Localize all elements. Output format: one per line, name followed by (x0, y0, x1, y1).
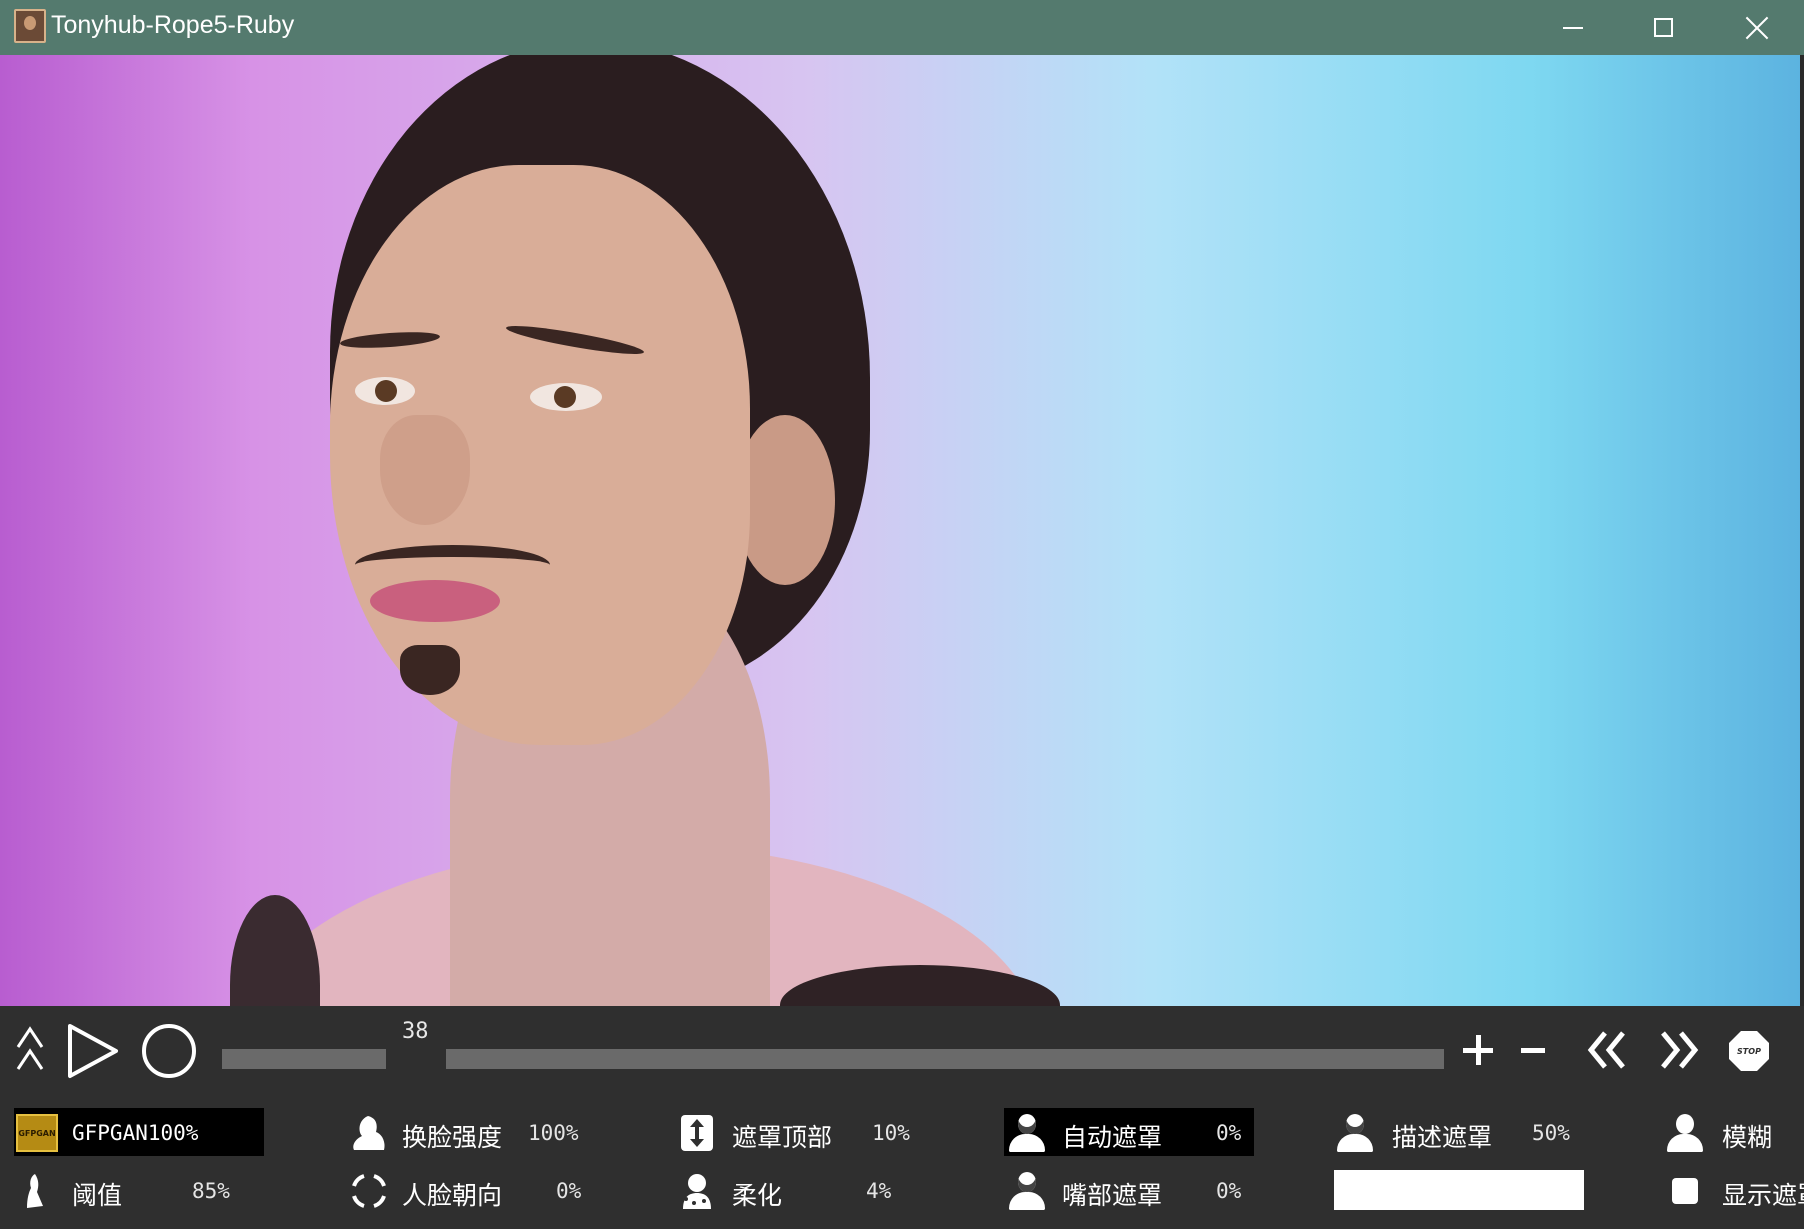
face-orientation-label: 人脸朝向 (402, 1181, 503, 1210)
double-chevron-up-icon (16, 1026, 44, 1070)
mask-description-input[interactable] (1334, 1170, 1584, 1210)
video-preview[interactable] (0, 55, 1800, 1006)
auto-mask-control[interactable]: 自动遮罩 0% (1004, 1108, 1254, 1156)
previous-marker-button[interactable] (1580, 1024, 1632, 1076)
describe-mask-icon (1334, 1113, 1376, 1153)
preview-lips (370, 580, 500, 622)
record-icon (142, 1024, 196, 1078)
mask-top-label: 遮罩顶部 (732, 1123, 833, 1152)
minimize-icon (1563, 26, 1583, 29)
vertical-arrows-icon (676, 1113, 718, 1153)
close-button[interactable] (1712, 0, 1802, 55)
face-orientation-value: 0% (556, 1179, 582, 1203)
minus-icon (1521, 1047, 1545, 1053)
mouth-mask-label: 嘴部遮罩 (1062, 1181, 1163, 1210)
next-marker-button[interactable] (1654, 1024, 1706, 1076)
describe-mask-value: 50% (1532, 1121, 1570, 1145)
add-marker-button[interactable] (1458, 1030, 1498, 1070)
preview-goatee (400, 645, 460, 695)
preview-nose (380, 415, 470, 525)
viewport-edge (1800, 55, 1804, 1006)
soften-label: 柔化 (732, 1181, 783, 1210)
play-icon (68, 1024, 118, 1078)
frame-number: 38 (402, 1019, 429, 1044)
person-icon (1664, 1113, 1706, 1153)
mask-top-control[interactable]: 遮罩顶部 10% (676, 1108, 926, 1156)
preview-eye-left (355, 377, 415, 405)
describe-mask-label: 描述遮罩 (1392, 1123, 1493, 1152)
face-silhouette-icon (348, 1113, 390, 1153)
show-mask-toggle[interactable]: 显示遮罩 (1664, 1166, 1804, 1214)
threshold-control[interactable]: 阈值 85% (14, 1166, 264, 1214)
soften-face-icon (676, 1171, 718, 1211)
restorer-gfpgan[interactable]: GFPGAN GFPGAN100% (14, 1108, 264, 1156)
mouth-mask-icon (1006, 1171, 1048, 1211)
swap-strength-value: 100% (528, 1121, 579, 1145)
double-chevron-left-icon (1587, 1031, 1625, 1069)
rotate-frame-icon (348, 1171, 390, 1211)
play-button[interactable] (62, 1020, 124, 1082)
volume-slider[interactable] (222, 1049, 386, 1069)
title-bar: Tonyhub-Rope5-Ruby (0, 0, 1804, 55)
stop-sign-icon: STOP (1729, 1031, 1769, 1071)
auto-mask-value: 0% (1216, 1121, 1242, 1145)
soften-control[interactable]: 柔化 4% (676, 1166, 926, 1214)
maximize-icon (1653, 18, 1673, 37)
preview-mustache (355, 545, 550, 585)
swap-strength-control[interactable]: 换脸强度 100% (348, 1108, 598, 1156)
checkbox-icon (1664, 1171, 1706, 1211)
preview-eye-right (530, 383, 602, 411)
record-button[interactable] (140, 1022, 198, 1080)
describe-mask-control[interactable]: 描述遮罩 50% (1334, 1108, 1584, 1156)
preview-ear (735, 415, 835, 585)
mask-top-value: 10% (872, 1121, 910, 1145)
remove-marker-button[interactable] (1513, 1030, 1553, 1070)
auto-mask-icon (1006, 1113, 1048, 1153)
maximize-button[interactable] (1618, 0, 1708, 55)
show-mask-label: 显示遮罩 (1722, 1181, 1804, 1210)
plus-icon (1463, 1035, 1493, 1065)
window-title: Tonyhub-Rope5-Ruby (51, 11, 295, 39)
stop-button[interactable]: STOP (1728, 1030, 1770, 1072)
minimize-button[interactable] (1528, 0, 1618, 55)
threshold-icon (14, 1171, 56, 1211)
app-icon (14, 9, 46, 43)
face-orientation-control[interactable]: 人脸朝向 0% (348, 1166, 598, 1214)
restorer-label: GFPGAN100% (72, 1121, 199, 1145)
soften-value: 4% (866, 1179, 892, 1203)
mouth-mask-control[interactable]: 嘴部遮罩 0% (1004, 1166, 1254, 1214)
blur-control[interactable]: 模糊 (1664, 1108, 1804, 1156)
collapse-button[interactable] (12, 1024, 48, 1076)
preview-strap-left (230, 895, 320, 1006)
auto-mask-label: 自动遮罩 (1062, 1123, 1163, 1152)
timeline-slider[interactable] (446, 1049, 1444, 1069)
swap-strength-label: 换脸强度 (402, 1123, 503, 1152)
threshold-label: 阈值 (72, 1181, 123, 1210)
double-chevron-right-icon (1661, 1031, 1699, 1069)
blur-label: 模糊 (1722, 1123, 1773, 1152)
mouth-mask-value: 0% (1216, 1179, 1242, 1203)
gfpgan-icon: GFPGAN (16, 1113, 58, 1153)
close-icon (1745, 16, 1769, 40)
threshold-value: 85% (192, 1179, 230, 1203)
